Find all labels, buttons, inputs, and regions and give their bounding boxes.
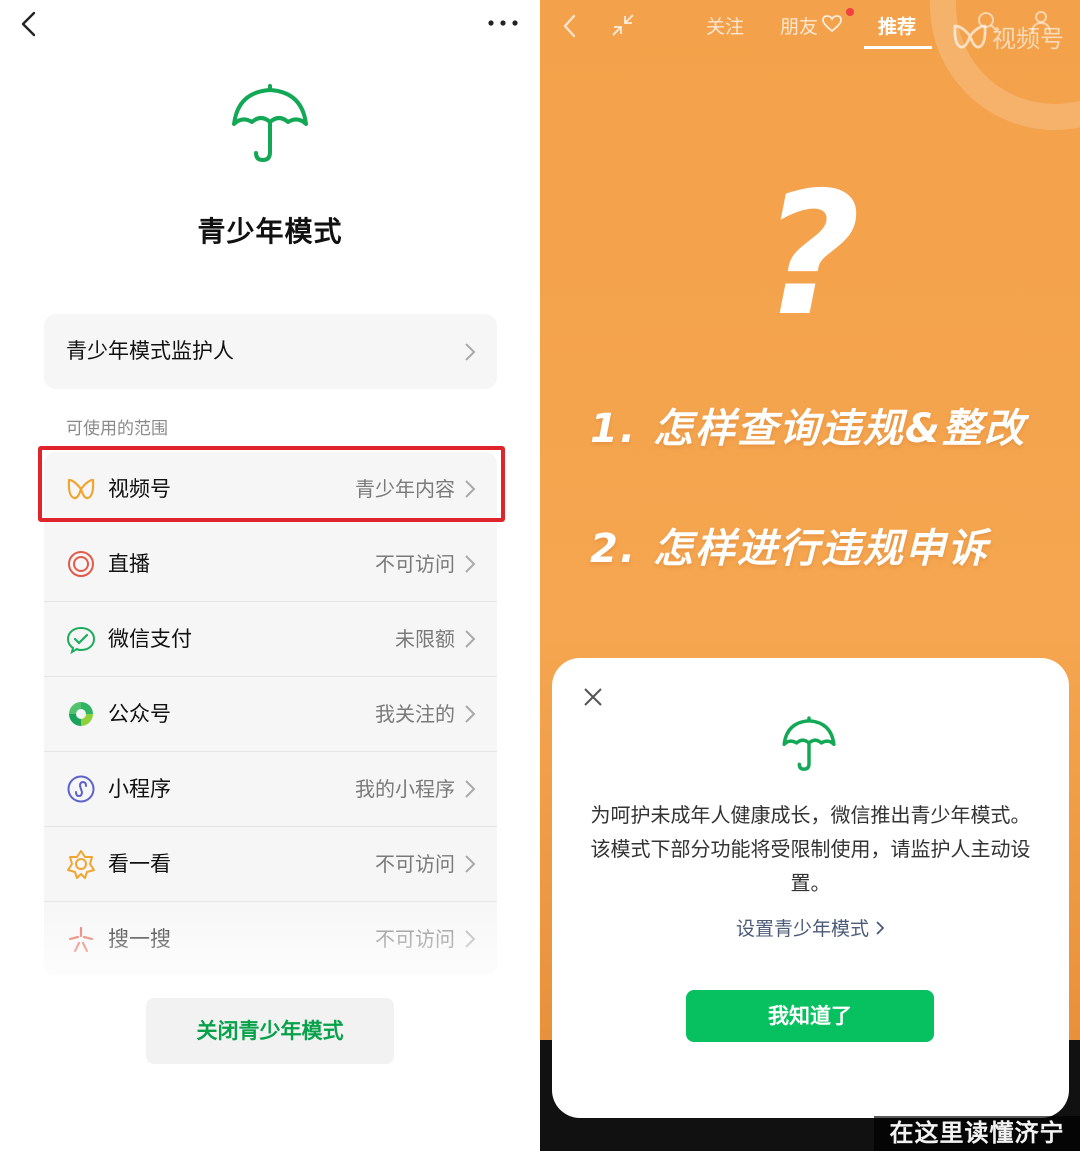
scope-item-value: 不可访问 (375, 927, 455, 951)
tab-recommend[interactable]: 推荐 (878, 12, 916, 39)
scope-item-value: 不可访问 (375, 552, 455, 576)
watermark-text: 视频号 (992, 24, 1064, 53)
back-chevron-icon[interactable] (18, 10, 42, 38)
guardian-row[interactable]: 青少年模式监护人 (44, 314, 497, 389)
heart-icon (822, 15, 842, 33)
promo-line-2: 2. 怎样进行违规申诉 (590, 526, 989, 572)
chevron-right-icon (465, 855, 476, 873)
mini-program-icon (67, 775, 95, 803)
promo-line-1: 1. 怎样查询违规&整改 (590, 406, 1026, 452)
teen-mode-popup: 为呵护未成年人健康成长，微信推出青少年模式。该模式下部分功能将受限制使用，请监护… (552, 658, 1069, 1118)
scope-item-value: 我关注的 (375, 702, 455, 726)
scope-item-label: 看一看 (108, 852, 171, 876)
top-stories-icon (67, 850, 95, 879)
channels-logo-icon (953, 24, 987, 49)
live-icon (68, 551, 94, 577)
highlight-frame (38, 446, 505, 522)
close-teen-mode-button[interactable]: 关闭青少年模式 (146, 998, 394, 1064)
scope-item-label: 搜一搜 (108, 927, 171, 951)
umbrella-icon (232, 84, 308, 163)
teen-mode-settings-panel: 青少年模式 青少年模式监护人 可使用的范围 视频号 青少年内容 直播 不可访问 (0, 0, 540, 1151)
chevron-right-icon (465, 705, 476, 723)
got-it-button[interactable]: 我知道了 (686, 990, 934, 1042)
more-options-icon[interactable] (486, 14, 520, 32)
question-mark-graphic: ? (762, 156, 861, 354)
channels-feed-panel: 关注 朋友 推荐 视频号 ? 1. 怎样查询违规&整改 2. 怎样进行违规申诉 … (540, 0, 1080, 1151)
scope-item-label: 直播 (108, 552, 150, 576)
popup-description: 为呵护未成年人健康成长，微信推出青少年模式。该模式下部分功能将受限制使用，请监护… (590, 803, 1031, 895)
setup-teen-mode-link[interactable]: 设置青少年模式 (552, 914, 1069, 941)
scope-item-label: 公众号 (108, 702, 171, 726)
scope-item-wechat-pay[interactable]: 微信支付 未限额 (44, 602, 497, 677)
scope-item-mini-program[interactable]: 小程序 我的小程序 (44, 752, 497, 827)
guardian-label: 青少年模式监护人 (66, 339, 234, 363)
scope-item-top-stories[interactable]: 看一看 不可访问 (44, 827, 497, 902)
scope-item-label: 微信支付 (108, 627, 192, 651)
collapse-icon[interactable] (610, 12, 636, 38)
chevron-right-icon (876, 921, 885, 935)
chevron-right-icon (465, 343, 476, 361)
channels-watermark: 视频号 (952, 16, 1064, 56)
tab-friends[interactable]: 朋友 (780, 12, 818, 39)
chevron-right-icon (465, 555, 476, 573)
scope-item-value: 我的小程序 (355, 777, 455, 801)
scope-item-live[interactable]: 直播 不可访问 (44, 527, 497, 602)
search-icon (68, 926, 94, 953)
chevron-right-icon (465, 630, 476, 648)
chevron-right-icon (465, 930, 476, 948)
wechat-pay-icon (66, 626, 96, 654)
official-accounts-icon (69, 702, 93, 726)
section-label: 可使用的范围 (66, 419, 168, 439)
scope-item-search[interactable]: 搜一搜 不可访问 (44, 902, 497, 975)
page-title: 青少年模式 (197, 215, 343, 248)
scope-list: 视频号 青少年内容 直播 不可访问 微信支付 未限额 公众号 我关注的 小程序 … (44, 452, 497, 975)
back-chevron-icon[interactable] (560, 12, 580, 40)
scope-item-value: 未限额 (395, 627, 455, 651)
corner-watermark: 在这里读懂济宁 (874, 1116, 1080, 1151)
scope-item-official-accounts[interactable]: 公众号 我关注的 (44, 677, 497, 752)
notification-dot (846, 8, 854, 16)
setup-link-label: 设置青少年模式 (735, 918, 869, 940)
close-icon[interactable] (582, 686, 604, 708)
scope-item-label: 小程序 (108, 777, 171, 801)
umbrella-icon (782, 716, 836, 771)
tab-follow[interactable]: 关注 (706, 12, 744, 39)
chevron-right-icon (465, 780, 476, 798)
active-tab-indicator (864, 46, 932, 49)
scope-item-value: 不可访问 (375, 852, 455, 876)
